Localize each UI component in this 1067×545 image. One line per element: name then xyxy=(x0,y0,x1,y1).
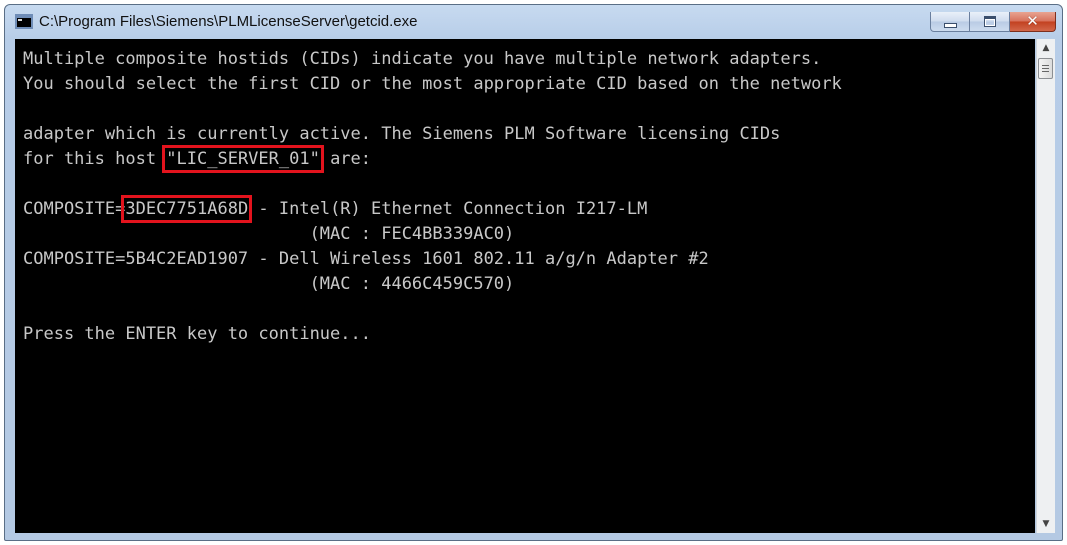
console-line: Multiple composite hostids (CIDs) indica… xyxy=(23,47,842,72)
console-line: for this host "LIC_SERVER_01" are: xyxy=(23,145,842,173)
console-line: (MAC : 4466C459C570) xyxy=(23,272,842,297)
console-output[interactable]: Multiple composite hostids (CIDs) indica… xyxy=(15,39,1035,533)
console-line: Press the ENTER key to continue... xyxy=(23,322,842,347)
console-lines: Multiple composite hostids (CIDs) indica… xyxy=(23,47,842,347)
scrollbar-thumb[interactable] xyxy=(1038,58,1053,79)
scroll-down-arrow-icon[interactable]: ▼ xyxy=(1037,515,1055,533)
console-app-icon[interactable] xyxy=(15,14,33,29)
console-text: (MAC : FEC4BB339AC0) xyxy=(23,224,515,244)
console-window: C:\Program Files\Siemens\PLMLicenseServe… xyxy=(4,4,1063,541)
window-title: C:\Program Files\Siemens\PLMLicenseServe… xyxy=(39,13,418,30)
console-text: adapter which is currently active. The S… xyxy=(23,124,781,144)
caption-buttons: ✕ xyxy=(930,5,1056,32)
console-text: You should select the first CID or the m… xyxy=(23,74,842,94)
console-text: COMPOSITE= xyxy=(23,199,126,219)
grip-icon xyxy=(1042,65,1049,72)
console-text: for this host xyxy=(23,149,167,169)
console-text: (MAC : 4466C459C570) xyxy=(23,274,515,294)
vertical-scrollbar[interactable]: ▲ ▼ xyxy=(1036,39,1055,533)
highlighted-value: 3DEC7751A68D xyxy=(121,195,253,223)
console-line: COMPOSITE=3DEC7751A68D - Intel(R) Ethern… xyxy=(23,195,842,223)
console-text: COMPOSITE=5B4C2EAD1907 - Dell Wireless 1… xyxy=(23,249,709,269)
close-button[interactable]: ✕ xyxy=(1010,12,1056,32)
close-icon: ✕ xyxy=(1026,12,1039,30)
console-text: are: xyxy=(319,149,372,169)
console-line: You should select the first CID or the m… xyxy=(23,72,842,97)
maximize-button[interactable] xyxy=(970,12,1010,32)
minimize-icon xyxy=(943,22,957,28)
console-text: Press the ENTER key to continue... xyxy=(23,324,371,344)
console-line: (MAC : FEC4BB339AC0) xyxy=(23,222,842,247)
console-line: adapter which is currently active. The S… xyxy=(23,122,842,147)
console-line: COMPOSITE=5B4C2EAD1907 - Dell Wireless 1… xyxy=(23,247,842,272)
highlighted-value: "LIC_SERVER_01" xyxy=(162,145,324,173)
console-text: - Intel(R) Ethernet Connection I217-LM xyxy=(248,199,648,219)
title-bar[interactable]: C:\Program Files\Siemens\PLMLicenseServe… xyxy=(5,5,1062,39)
minimize-button[interactable] xyxy=(930,12,970,32)
console-text: Multiple composite hostids (CIDs) indica… xyxy=(23,49,822,69)
scroll-up-arrow-icon[interactable]: ▲ xyxy=(1037,39,1055,57)
maximize-icon xyxy=(983,16,996,27)
